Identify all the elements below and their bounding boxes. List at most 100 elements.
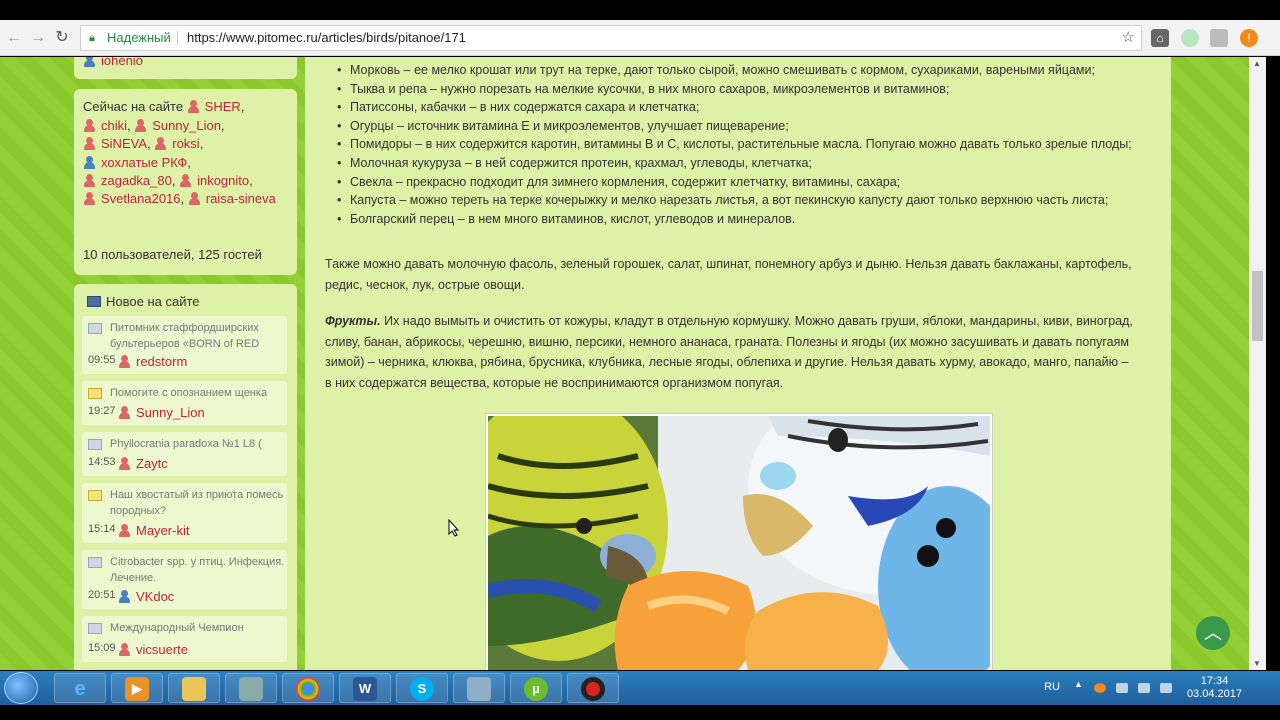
reload-icon[interactable]: ↻ (52, 28, 72, 48)
online-user[interactable]: roksi (154, 136, 200, 151)
word-icon: W (353, 677, 377, 701)
topic-user[interactable]: Sunny_Lion (118, 405, 205, 420)
topic-title[interactable]: Помогите с опознанием щенка (110, 385, 285, 401)
extension-green-icon[interactable] (1181, 29, 1199, 47)
fruits-paragraph: Фрукты. Их надо вымыть и очистить от кож… (325, 311, 1137, 393)
topic-user[interactable]: Mayer-kit (118, 523, 189, 538)
vegetable-item: Молочная кукуруза – в ней содержится про… (337, 154, 1160, 173)
user-name[interactable]: хохлатые РКФ (101, 155, 187, 170)
online-user[interactable]: хохлатые РКФ (83, 155, 187, 170)
online-user[interactable]: inkognito (179, 173, 249, 188)
parrots-illustration (486, 414, 992, 670)
user-name[interactable]: Mayer-kit (136, 523, 189, 538)
lock-icon: 🔒︎ (89, 32, 95, 44)
topic-title[interactable]: Phyllocrania paradoxa №1 L8 ( (110, 436, 285, 452)
user-name[interactable]: Svetlana2016 (101, 191, 181, 206)
folder-icon (182, 677, 206, 701)
new-item[interactable]: Питомник стаффордширских бультерьеров «B… (82, 316, 287, 374)
user-name[interactable]: raisa-sineva (206, 191, 276, 206)
topic-title[interactable]: Citrobacter spp. у птиц. Инфекция. Лечен… (110, 554, 285, 586)
address-separator (177, 31, 178, 45)
taskbar-clock[interactable]: 17:34 03.04.2017 (1187, 675, 1242, 701)
taskbar-ie[interactable]: e (54, 673, 106, 703)
topic-title[interactable]: Международный Чемпион (110, 620, 285, 636)
start-button[interactable] (4, 672, 38, 704)
user-name[interactable]: Zaytc (136, 456, 168, 471)
taskbar-skype[interactable]: S (396, 673, 448, 703)
language-indicator[interactable]: RU (1044, 681, 1060, 693)
scrollbar-thumb[interactable] (1252, 271, 1263, 341)
back-icon[interactable]: ← (4, 28, 24, 48)
page-scrollbar[interactable]: ▲ ▼ (1249, 57, 1266, 670)
topic-user[interactable]: redstorm (118, 354, 187, 369)
topic-icon (88, 323, 102, 334)
user-name[interactable]: iohenio (101, 57, 143, 68)
taskbar-media[interactable]: ▶ (111, 673, 163, 703)
user-link[interactable]: iohenio (83, 57, 143, 68)
new-item[interactable]: Citrobacter spp. у птиц. Инфекция. Лечен… (82, 550, 287, 609)
new-item[interactable]: Phyllocrania paradoxa №1 L8 (14:53 Zaytc (82, 432, 287, 476)
online-line: chiki, Sunny_Lion, (83, 118, 225, 133)
fruits-text: Их надо вымыть и очистить от кожуры, кла… (325, 314, 1133, 390)
topic-user[interactable]: vicsuerte (118, 642, 188, 657)
user-name[interactable]: zagadka_80 (101, 173, 172, 188)
user-name[interactable]: VKdoc (136, 589, 174, 604)
taskbar-recorder[interactable] (567, 673, 619, 703)
address-bar[interactable]: 🔒︎ Надежный https://www.pitomec.ru/artic… (80, 25, 1142, 51)
taskbar-explorer[interactable] (168, 673, 220, 703)
topic-icon (88, 439, 102, 450)
user-icon (118, 355, 131, 368)
scroll-down-icon[interactable]: ▼ (1253, 659, 1261, 668)
scroll-to-top-button[interactable]: ︿ (1196, 616, 1230, 650)
tray-app-icon[interactable] (1094, 683, 1106, 693)
user-name[interactable]: SiNEVA (101, 136, 147, 151)
extension-gray-icon[interactable] (1210, 29, 1228, 47)
online-user[interactable]: SHER (187, 99, 241, 114)
user-icon (118, 406, 131, 419)
user-name[interactable]: Sunny_Lion (152, 118, 221, 133)
scroll-up-icon[interactable]: ▲ (1253, 59, 1261, 68)
online-user[interactable]: Svetlana2016 (83, 191, 181, 206)
forward-icon[interactable]: → (28, 28, 48, 48)
network-icon[interactable] (1138, 683, 1150, 693)
online-user[interactable]: zagadka_80 (83, 173, 172, 188)
user-name[interactable]: roksi (172, 136, 199, 151)
topic-title[interactable]: Наш хвостатый из приюта помесь породных? (110, 487, 285, 519)
alert-icon[interactable]: ! (1240, 29, 1258, 47)
screen: ← → ↻ 🔒︎ Надежный https://www.pitomec.ru… (0, 0, 1280, 720)
url-text[interactable]: https://www.pitomec.ru/articles/birds/pi… (187, 26, 466, 50)
new-item[interactable]: Международный Чемпион 15:09 vicsuerte (82, 616, 287, 662)
new-item[interactable]: Помогите с опознанием щенка 19:27 Sunny_Li… (82, 381, 287, 425)
taskbar-chrome[interactable] (282, 673, 334, 703)
online-user[interactable]: chiki (83, 118, 127, 133)
taskbar: e ▶ W S µ RU ▲ 17:34 03.04.2017 (0, 671, 1280, 705)
user-name[interactable]: inkognito (197, 173, 249, 188)
user-name[interactable]: chiki (101, 118, 127, 133)
bookmark-star-icon[interactable]: ☆ (1122, 26, 1135, 50)
online-line: SiNEVA, roksi, (83, 136, 203, 151)
taskbar-utorrent[interactable]: µ (510, 673, 562, 703)
user-name[interactable]: Sunny_Lion (136, 405, 205, 420)
online-user[interactable]: Sunny_Lion (134, 118, 221, 133)
online-user[interactable]: SiNEVA (83, 136, 147, 151)
taskbar-window[interactable] (453, 673, 505, 703)
topic-icon (88, 388, 102, 399)
tray-expand-icon[interactable]: ▲ (1074, 679, 1083, 689)
user-icon (154, 137, 167, 150)
topic-title[interactable]: Питомник стаффордширских бультерьеров «B… (110, 320, 285, 352)
taskbar-app[interactable] (225, 673, 277, 703)
new-item[interactable]: Наш хвостатый из приюта помесь породных?… (82, 483, 287, 543)
extension-icon[interactable]: ⌂ (1151, 29, 1169, 47)
user-name[interactable]: vicsuerte (136, 642, 188, 657)
topic-user[interactable]: VKdoc (118, 589, 174, 604)
user-name[interactable]: SHER (205, 99, 241, 114)
user-name[interactable]: redstorm (136, 354, 187, 369)
topic-user[interactable]: Zaytc (118, 456, 168, 471)
volume-icon[interactable] (1160, 683, 1172, 693)
sidebar-top-panel: iohenio (74, 57, 297, 79)
new-on-site-panel: Новое на сайте Питомник стаффордширских … (74, 284, 297, 670)
tray-flag-icon[interactable] (1116, 683, 1128, 693)
online-user[interactable]: raisa-sineva (188, 191, 276, 206)
online-line: Сейчас на сайте SHER, (83, 99, 245, 114)
taskbar-word[interactable]: W (339, 673, 391, 703)
